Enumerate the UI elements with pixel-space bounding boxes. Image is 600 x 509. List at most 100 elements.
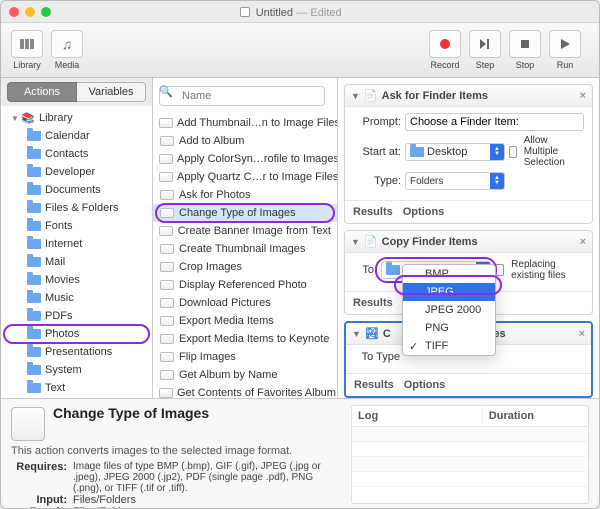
library-tree[interactable]: ▼📚LibraryCalendarContactsDeveloperDocume… (1, 106, 152, 398)
step-button[interactable]: Step (469, 30, 501, 70)
close-step-button[interactable]: × (580, 236, 586, 248)
library-item-fonts[interactable]: Fonts (1, 217, 152, 235)
type-option-bmp[interactable]: BMP (403, 265, 495, 283)
library-item-mail[interactable]: Mail (1, 253, 152, 271)
search-icon: 🔍 (159, 85, 173, 98)
action-item[interactable]: Apply ColorSyn…rofile to Images (153, 150, 337, 168)
library-item-photos[interactable]: Photos (1, 325, 152, 343)
actions-list[interactable]: Add Thumbnail…n to Image FilesAdd to Alb… (153, 114, 337, 398)
type-label: Type: (353, 175, 401, 187)
info-title: Change Type of Images (53, 405, 209, 421)
folder-icon (410, 147, 424, 157)
type-option-png[interactable]: PNG (403, 319, 495, 337)
action-item[interactable]: Ask for Photos (153, 186, 337, 204)
action-item[interactable]: Get Contents of Favorites Album (153, 384, 337, 398)
photo-icon: 🏞 (365, 327, 379, 340)
result-value: Files/Folders (73, 506, 341, 508)
to-label: To: (353, 264, 377, 276)
search-input[interactable] (159, 86, 325, 106)
action-item[interactable]: Change Type of Images (153, 204, 337, 222)
type-select[interactable]: Folders▲▼ (405, 172, 505, 190)
start-at-label: Start at: (353, 146, 401, 158)
action-item[interactable]: Apply Quartz C…r to Image Files (153, 168, 337, 186)
action-item[interactable]: Export Media Items to Keynote (153, 330, 337, 348)
requires-value: Image files of type BMP (.bmp), GIF (.gi… (73, 461, 341, 494)
action-item[interactable]: Crop Images (153, 258, 337, 276)
results-button[interactable]: Results (354, 379, 394, 391)
allow-multiple-label: Allow Multiple Selection (524, 135, 584, 168)
title-bar: Untitled — Edited (1, 1, 599, 23)
info-description: This action converts images to the selec… (11, 445, 341, 457)
action-item[interactable]: Add Thumbnail…n to Image Files (153, 114, 337, 132)
type-option-jpeg[interactable]: JPEG (403, 283, 495, 301)
prompt-label: Prompt: (353, 116, 401, 128)
record-button[interactable]: Record (429, 30, 461, 70)
library-item-system[interactable]: System (1, 361, 152, 379)
action-item[interactable]: Export Media Items (153, 312, 337, 330)
tab-variables[interactable]: Variables (77, 82, 146, 102)
library-item-presentations[interactable]: Presentations (1, 343, 152, 361)
library-root[interactable]: ▼📚Library (1, 109, 152, 127)
library-item-movies[interactable]: Movies (1, 271, 152, 289)
action-item[interactable]: Download Pictures (153, 294, 337, 312)
replacing-checkbox[interactable] (495, 264, 504, 276)
library-item-music[interactable]: Music (1, 289, 152, 307)
prompt-input[interactable] (405, 113, 584, 131)
library-item-internet[interactable]: Internet (1, 235, 152, 253)
run-button[interactable]: Run (549, 30, 581, 70)
step-title: Ask for Finder Items (382, 90, 488, 102)
close-step-button[interactable]: × (579, 328, 585, 340)
log-header-duration: Duration (482, 406, 588, 426)
finder-icon: 📄 (364, 89, 378, 102)
window-controls (9, 7, 51, 17)
document-icon (240, 7, 250, 17)
action-large-icon (11, 407, 45, 441)
toolbar: Library ♫ Media Record Step Stop Run (1, 23, 599, 78)
media-button[interactable]: ♫ Media (51, 30, 83, 70)
action-item[interactable]: Display Referenced Photo (153, 276, 337, 294)
replacing-label: Replacing existing files (511, 259, 584, 281)
start-at-select[interactable]: Desktop▲▼ (405, 143, 505, 161)
zoom-window-button[interactable] (41, 7, 51, 17)
type-option-jpeg-2000[interactable]: JPEG 2000 (403, 301, 495, 319)
library-item-text[interactable]: Text (1, 379, 152, 397)
library-item-files-folders[interactable]: Files & Folders (1, 199, 152, 217)
finder-icon: 📄 (364, 235, 378, 248)
options-button[interactable]: Options (403, 206, 445, 218)
log-header-log: Log (352, 406, 482, 426)
type-option-tiff[interactable]: ✓TIFF (403, 337, 495, 355)
action-item[interactable]: Create Thumbnail Images (153, 240, 337, 258)
allow-multiple-checkbox[interactable] (509, 146, 517, 158)
stop-button[interactable]: Stop (509, 30, 541, 70)
close-step-button[interactable]: × (580, 90, 586, 102)
requires-label: Requires: (11, 461, 67, 473)
workflow-canvas[interactable]: ▼📄Ask for Finder Items× Prompt: Start at… (338, 78, 599, 398)
window-title: Untitled — Edited (51, 5, 591, 19)
results-button[interactable]: Results (353, 297, 393, 309)
options-button[interactable]: Options (404, 379, 446, 391)
input-value: Files/Folders (73, 494, 341, 506)
results-button[interactable]: Results (353, 206, 393, 218)
library-button[interactable]: Library (11, 30, 43, 70)
library-item-developer[interactable]: Developer (1, 163, 152, 181)
action-item[interactable]: Add to Album (153, 132, 337, 150)
action-item[interactable]: Get Album by Name (153, 366, 337, 384)
step-ask-finder-items: ▼📄Ask for Finder Items× Prompt: Start at… (344, 84, 593, 224)
library-item-pdfs[interactable]: PDFs (1, 307, 152, 325)
action-item[interactable]: Create Banner Image from Text (153, 222, 337, 240)
minimize-window-button[interactable] (25, 7, 35, 17)
action-item[interactable]: Flip Images (153, 348, 337, 366)
library-item-calendar[interactable]: Calendar (1, 127, 152, 145)
to-type-popup[interactable]: BMPJPEGJPEG 2000PNG✓TIFF (402, 264, 496, 356)
folder-icon (386, 265, 400, 275)
info-panel: Change Type of Images This action conver… (1, 398, 599, 508)
library-item-documents[interactable]: Documents (1, 181, 152, 199)
input-label: Input: (11, 494, 67, 506)
close-window-button[interactable] (9, 7, 19, 17)
to-type-label: To Type (354, 351, 400, 363)
library-tabs: Actions Variables (1, 78, 152, 106)
result-label: Result: (11, 506, 67, 508)
log-table: LogDuration (351, 405, 589, 504)
tab-actions[interactable]: Actions (7, 82, 77, 102)
library-item-contacts[interactable]: Contacts (1, 145, 152, 163)
